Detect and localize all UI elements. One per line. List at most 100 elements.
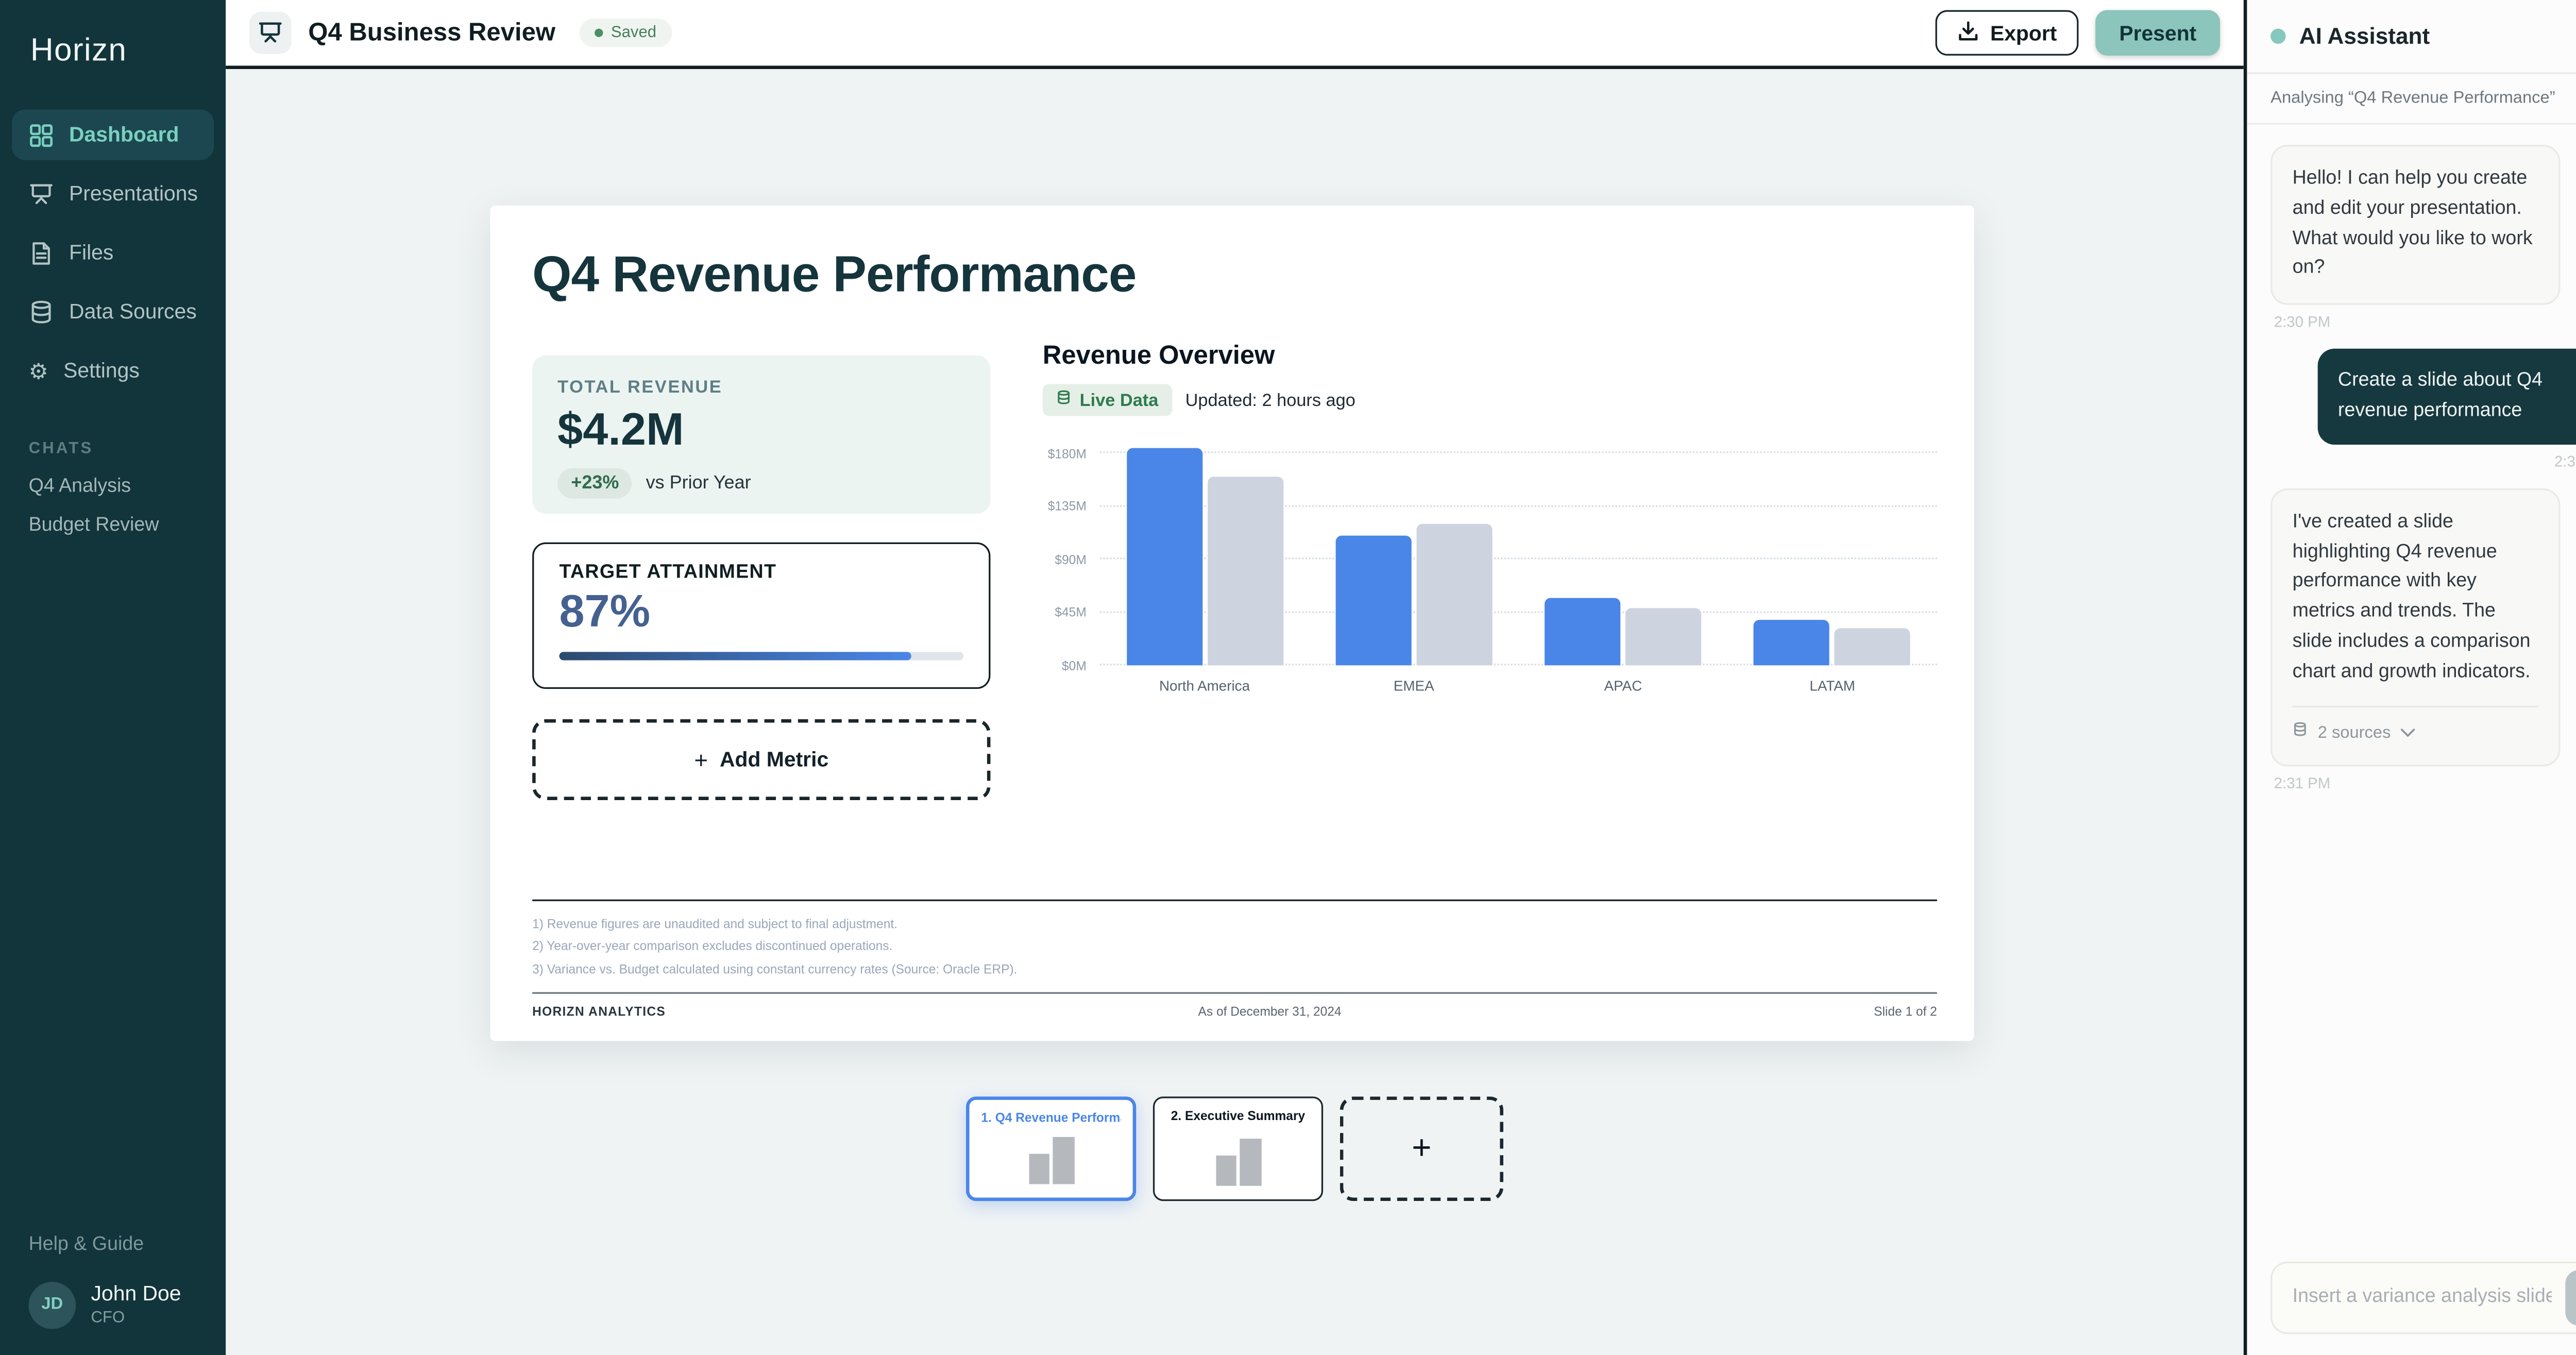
message-timestamp: 2:31 PM: [2274, 775, 2576, 792]
chat-message-assistant: Hello! I can help you create and edit yo…: [2270, 145, 2576, 330]
slide-title[interactable]: Q4 Revenue Performance: [532, 248, 1937, 305]
slide-thumbnails: 1. Q4 Revenue Performa... 2. Executive S…: [966, 1096, 1503, 1201]
footnote: 2) Year-over-year comparison excludes di…: [532, 935, 1937, 958]
chats-heading: CHATS: [29, 439, 197, 458]
present-button[interactable]: Present: [2096, 10, 2220, 56]
bar-group: [1309, 436, 1518, 666]
slide-footer: 1) Revenue figures are unaudited and sub…: [532, 899, 1937, 1019]
bar-group: [1728, 436, 1937, 666]
saved-dot-icon: [594, 29, 602, 37]
chat-item-budget-review[interactable]: Budget Review: [29, 515, 197, 535]
chat-input-box: [2270, 1261, 2576, 1333]
x-axis-category-label: APAC: [1518, 677, 1727, 694]
y-axis-tick-label: $90M: [1055, 552, 1086, 567]
help-guide-link[interactable]: Help & Guide: [29, 1234, 197, 1254]
bar-series-2-gray: [1625, 609, 1701, 666]
chart-title: Revenue Overview: [1043, 342, 1937, 372]
chart-plot: [1100, 436, 1937, 672]
user-profile[interactable]: JD John Doe CFO: [29, 1281, 197, 1328]
metric-card-target-attainment[interactable]: TARGET ATTAINMENT 87%: [532, 543, 990, 689]
bar-series-1-blue: [1335, 536, 1411, 666]
chats-list: Q4 Analysis Budget Review: [0, 477, 226, 535]
footnote-divider: [532, 899, 1937, 900]
sources-label: 2 sources: [2318, 720, 2391, 747]
live-data-label: Live Data: [1080, 390, 1159, 410]
metric-value: 87%: [559, 586, 963, 638]
chart-block[interactable]: Revenue Overview Live Data Updated: 2 ho…: [1043, 342, 1937, 800]
x-axis-category-label: LATAM: [1728, 677, 1937, 694]
sidebar-item-dashboard[interactable]: Dashboard: [12, 110, 214, 160]
bar-series-1-blue: [1545, 598, 1620, 665]
chart-updated-text: Updated: 2 hours ago: [1185, 390, 1355, 410]
sidebar-nav: Dashboard Presentations Files Data Sourc…: [0, 110, 226, 396]
editor-canvas: Q4 Revenue Performance TOTAL REVENUE $4.…: [226, 69, 2244, 1355]
ai-panel-title: AI Assistant: [2299, 24, 2576, 49]
y-axis-tick-label: $180M: [1048, 446, 1087, 461]
footnote: 3) Variance vs. Budget calculated using …: [532, 958, 1937, 980]
ai-assistant-panel: AI Assistant Analysing “Q4 Revenue Perfo…: [2244, 0, 2576, 1355]
saved-label: Saved: [611, 24, 656, 42]
export-button[interactable]: Export: [1935, 10, 2079, 56]
sidebar-item-label: Data Sources: [69, 300, 197, 324]
bar-group: [1100, 436, 1309, 666]
download-icon: [1957, 20, 1979, 46]
footer-divider: [532, 992, 1937, 994]
sidebar-item-label: Dashboard: [69, 123, 179, 147]
progress-bar: [559, 652, 963, 660]
thumbnail-label: 1. Q4 Revenue Performa...: [981, 1110, 1121, 1125]
sidebar-item-presentations[interactable]: Presentations: [12, 168, 214, 219]
main-area: Q4 Business Review Saved Export Present …: [226, 0, 2244, 1355]
delta-badge: +23%: [557, 468, 632, 499]
presentation-icon: [249, 12, 292, 54]
sidebar-item-data-sources[interactable]: Data Sources: [12, 286, 214, 337]
presentation-icon: [29, 181, 54, 206]
thumbnail-slide-1[interactable]: 1. Q4 Revenue Performa...: [966, 1096, 1136, 1201]
thumbnail-slide-2[interactable]: 2. Executive Summary: [1153, 1096, 1323, 1201]
chart-y-axis: $180M$135M$90M$45M$0M: [1043, 436, 1100, 672]
bar-series-2-gray: [1416, 524, 1492, 666]
sidebar-item-files[interactable]: Files: [12, 227, 214, 278]
sidebar-bottom: Help & Guide JD John Doe CFO: [0, 1234, 226, 1355]
document-title: Q4 Business Review: [308, 19, 555, 47]
metrics-column: TOTAL REVENUE $4.2M +23% vs Prior Year T…: [532, 355, 990, 800]
progress-fill: [559, 652, 911, 660]
add-slide-button[interactable]: +: [1340, 1096, 1503, 1201]
chart-x-labels: North AmericaEMEAAPACLATAM: [1100, 677, 1937, 694]
add-metric-button[interactable]: + Add Metric: [532, 719, 990, 800]
app-logo: Horizn: [30, 33, 226, 71]
sidebar: Horizn Dashboard Presentations Files Dat…: [0, 0, 226, 1355]
message-timestamp: 2:31 PM: [2554, 453, 2576, 470]
file-icon: [29, 240, 54, 265]
thumbnail-label: 2. Executive Summary: [1166, 1108, 1310, 1123]
sidebar-item-settings[interactable]: ⚙ Settings: [12, 345, 214, 396]
footnote: 1) Revenue figures are unaudited and sub…: [532, 912, 1937, 935]
database-icon: [29, 299, 54, 324]
app-root: Horizn Dashboard Presentations Files Dat…: [0, 0, 2576, 1355]
user-name: John Doe: [91, 1282, 181, 1306]
topbar: Q4 Business Review Saved Export Present: [226, 0, 2244, 69]
plus-icon: +: [694, 746, 708, 773]
ai-panel-header: AI Assistant: [2247, 0, 2576, 74]
bar-series-2-gray: [1835, 628, 1911, 665]
chat-item-q4-analysis[interactable]: Q4 Analysis: [29, 477, 197, 497]
chart-bars: [1100, 436, 1937, 666]
send-button[interactable]: [2565, 1269, 2576, 1325]
user-role: CFO: [91, 1309, 181, 1327]
bar-series-1-blue: [1126, 447, 1202, 665]
message-bubble: I've created a slide highlighting Q4 rev…: [2270, 488, 2560, 767]
sources-toggle[interactable]: 2 sources: [2293, 705, 2538, 747]
metric-card-total-revenue[interactable]: TOTAL REVENUE $4.2M +23% vs Prior Year: [532, 355, 990, 514]
database-icon: [2293, 720, 2308, 747]
sidebar-item-label: Presentations: [69, 182, 198, 206]
metric-label: TARGET ATTAINMENT: [559, 563, 963, 583]
slide-canvas[interactable]: Q4 Revenue Performance TOTAL REVENUE $4.…: [490, 206, 1974, 1041]
dashboard-grid-icon: [29, 122, 54, 147]
chat-input[interactable]: [2293, 1287, 2552, 1307]
footer-date: As of December 31, 2024: [1198, 1004, 1342, 1019]
ai-context-bar: Analysing “Q4 Revenue Performance”: [2247, 74, 2576, 125]
status-dot-icon: [2270, 29, 2285, 44]
footer-brand: HORIZN ANALYTICS: [532, 1004, 666, 1019]
export-label: Export: [1990, 21, 2057, 45]
bar-series-2-gray: [1207, 477, 1283, 665]
footer-page-number: Slide 1 of 2: [1874, 1004, 1937, 1019]
